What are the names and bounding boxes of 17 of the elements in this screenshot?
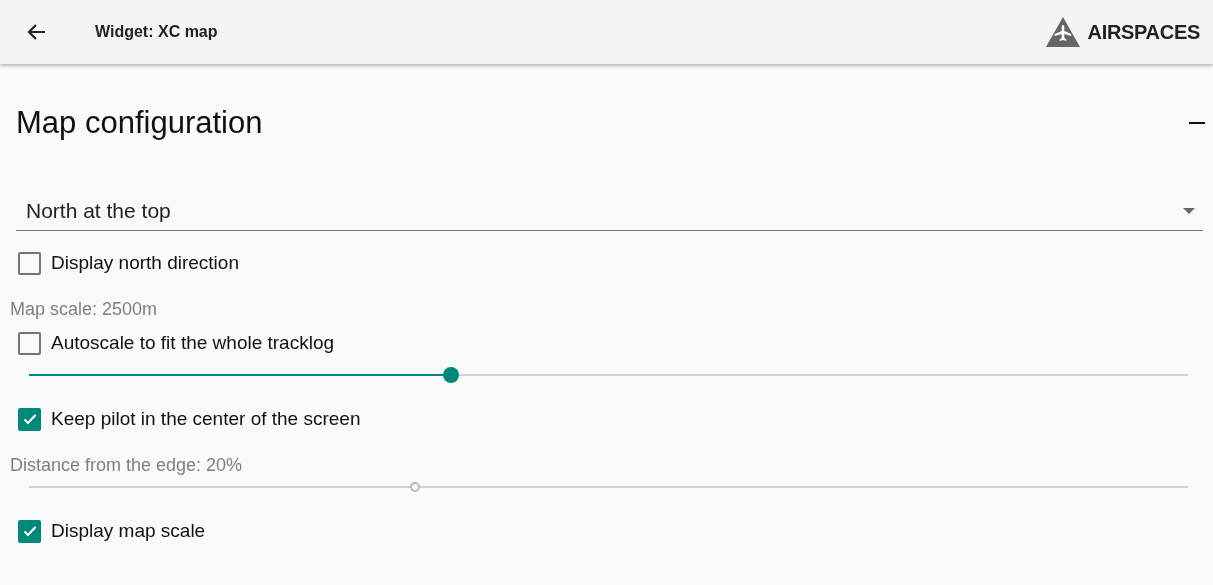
checkbox[interactable]: [18, 407, 41, 431]
checkbox[interactable]: [18, 519, 41, 543]
checkbox-label[interactable]: Autoscale to fit the whole tracklog: [51, 332, 335, 354]
setting-label: Distance from the edge: 20%: [10, 454, 244, 477]
checkbox-label[interactable]: Keep pilot in the center of the screen: [51, 408, 361, 430]
checkbox[interactable]: [18, 331, 41, 355]
checkbox[interactable]: [18, 251, 41, 275]
dropdown-caret-icon: [1183, 208, 1195, 214]
section-title: Map configuration: [16, 105, 263, 141]
slider-thumb[interactable]: [442, 367, 459, 383]
screen-title: Widget: XC map: [95, 23, 218, 41]
checkbox-label[interactable]: Display map scale: [51, 520, 206, 542]
orientation-dropdown[interactable]: North at the top: [16, 192, 1203, 231]
checkbox-label[interactable]: Display north direction: [51, 252, 239, 274]
brand-name: AIRSPACES: [1087, 20, 1200, 44]
airplane-triangle-icon: [1045, 16, 1082, 48]
setting-label: Map scale: 2500m: [10, 298, 159, 321]
